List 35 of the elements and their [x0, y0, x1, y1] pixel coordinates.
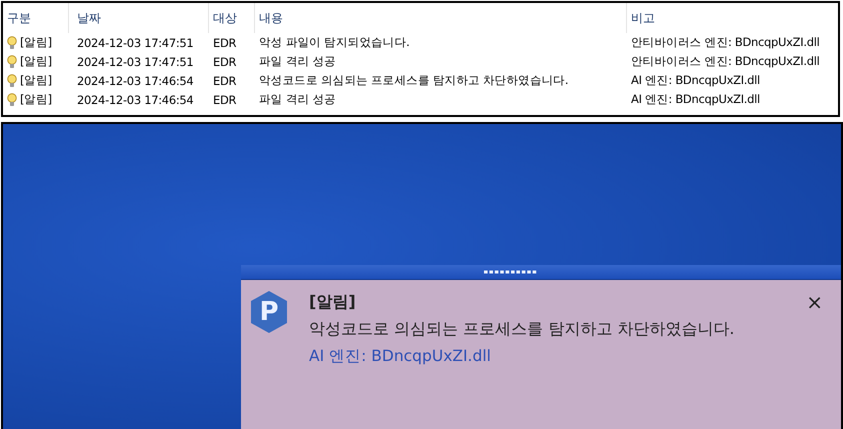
- table-cell: EDR: [213, 36, 236, 50]
- table-cell: 악성코드로 의심되는 프로세스를 탐지하고 차단하였습니다.: [259, 73, 568, 88]
- table-cell: [알림]: [20, 73, 52, 88]
- notification-detail: AI 엔진: BDncqpUxZI.dll: [309, 346, 492, 367]
- table-cell: [알림]: [20, 54, 52, 69]
- close-button[interactable]: ×: [802, 290, 827, 314]
- table-cell: 2024-12-03 17:47:51: [77, 36, 194, 50]
- column-header[interactable]: 내용: [259, 10, 283, 26]
- column-header[interactable]: 구분: [7, 10, 31, 26]
- lightbulb-icon: [7, 92, 17, 106]
- table-cell: 2024-12-03 17:46:54: [77, 92, 194, 106]
- table-cell: EDR: [213, 74, 236, 88]
- table-cell: [알림]: [20, 92, 52, 107]
- lightbulb-icon: [7, 74, 17, 88]
- table-cell: EDR: [213, 92, 236, 106]
- table-cell: 파일 격리 성공: [259, 92, 336, 107]
- column-header[interactable]: 비고: [631, 10, 655, 26]
- notification-message: 악성코드로 의심되는 프로세스를 탐지하고 차단하였습니다.: [309, 318, 736, 340]
- table-cell: 안티바이러스 엔진: BDncqpUxZI.dll: [631, 35, 820, 50]
- table-cell: AI 엔진: BDncqpUxZI.dll: [631, 73, 760, 88]
- logo-icon: P: [249, 290, 289, 334]
- table-cell: 2024-12-03 17:46:54: [77, 74, 194, 88]
- table-cell: [알림]: [20, 35, 52, 50]
- lightbulb-icon: [7, 36, 17, 50]
- column-header[interactable]: 날짜: [77, 10, 101, 26]
- table-cell: 파일 격리 성공: [259, 54, 336, 69]
- notification-title: [알림]: [309, 292, 357, 313]
- table-cell: 악성 파일이 탐지되었습니다.: [259, 35, 410, 50]
- lightbulb-icon: [7, 54, 17, 68]
- table-cell: 안티바이러스 엔진: BDncqpUxZI.dll: [631, 54, 820, 69]
- table-cell: EDR: [213, 54, 236, 68]
- column-header[interactable]: 대상: [213, 10, 237, 26]
- table-cell: 2024-12-03 17:47:51: [77, 54, 194, 68]
- table-cell: AI 엔진: BDncqpUxZI.dll: [631, 92, 760, 107]
- grip-icon[interactable]: [484, 270, 538, 274]
